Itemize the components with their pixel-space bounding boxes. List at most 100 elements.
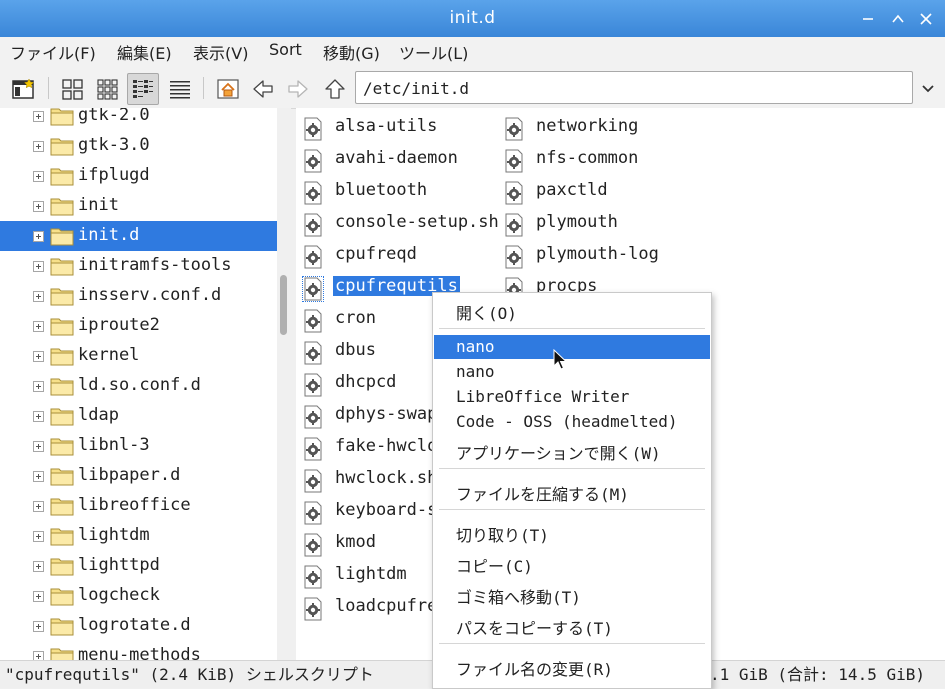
context-menu-item-label: nano	[456, 362, 495, 381]
context-menu-item[interactable]: 開く(O)	[434, 298, 710, 323]
forward-button[interactable]	[282, 73, 314, 105]
new-window-button[interactable]	[8, 73, 40, 105]
script-file-icon	[304, 149, 322, 173]
menu-tools[interactable]: ツール(L)	[399, 40, 468, 64]
expand-icon[interactable]	[33, 111, 44, 122]
context-menu-item[interactable]: ファイルを圧縮する(M)	[434, 479, 710, 504]
tree-scrollbar[interactable]	[277, 108, 291, 660]
expand-icon[interactable]	[33, 501, 44, 512]
expand-icon[interactable]	[33, 561, 44, 572]
tree-item[interactable]: init	[0, 191, 277, 221]
context-menu-item[interactable]: nano	[434, 335, 710, 359]
expand-icon[interactable]	[33, 141, 44, 152]
expand-icon[interactable]	[33, 351, 44, 362]
toolbar-separator	[48, 77, 49, 99]
tree-item[interactable]: libnl-3	[0, 431, 277, 461]
tree-item-label: insserv.conf.d	[78, 285, 222, 305]
maximize-button[interactable]	[890, 11, 906, 27]
folder-icon	[50, 468, 74, 486]
tree-item[interactable]: ld.so.conf.d	[0, 371, 277, 401]
back-button[interactable]	[247, 73, 279, 105]
path-input[interactable]: /etc/init.d	[355, 71, 913, 104]
context-menu-item[interactable]: nano	[434, 360, 710, 384]
compact-view-icon	[133, 80, 153, 98]
context-menu-item[interactable]: Code - OSS (headmelted)	[434, 410, 710, 434]
tree-item[interactable]: libreoffice	[0, 491, 277, 521]
tree-item-label: initramfs-tools	[78, 255, 232, 275]
new-window-icon	[12, 78, 35, 99]
icon-view-button[interactable]	[57, 73, 89, 105]
tree-item[interactable]: logrotate.d	[0, 611, 277, 641]
path-dropdown-button[interactable]	[918, 76, 938, 100]
expand-icon[interactable]	[33, 201, 44, 212]
expand-icon[interactable]	[33, 291, 44, 302]
expand-icon[interactable]	[33, 651, 44, 660]
context-menu-item[interactable]: ファイル名の変更(R)	[434, 654, 710, 679]
menu-sort[interactable]: Sort	[269, 40, 302, 59]
minimize-button[interactable]	[860, 11, 876, 27]
menu-edit[interactable]: 編集(E)	[117, 40, 172, 64]
expand-icon[interactable]	[33, 171, 44, 182]
tree-item[interactable]: iproute2	[0, 311, 277, 341]
close-button[interactable]	[918, 11, 934, 27]
folder-icon	[50, 498, 74, 516]
folder-icon	[50, 528, 74, 546]
expand-icon[interactable]	[33, 261, 44, 272]
tree-item[interactable]: logcheck	[0, 581, 277, 611]
context-menu-item-label: ゴミ箱へ移動(T)	[456, 588, 581, 607]
tree-item[interactable]: gtk-3.0	[0, 131, 277, 161]
file-name: dhcpcd	[335, 372, 397, 392]
context-menu-item-label: コピー(C)	[456, 557, 533, 576]
up-button[interactable]	[319, 73, 351, 105]
context-menu-item[interactable]: コピー(C)	[434, 551, 710, 576]
script-file-icon	[304, 117, 322, 141]
context-menu-item[interactable]: パスをコピーする(T)	[434, 613, 710, 638]
tree-item[interactable]: kernel	[0, 341, 277, 371]
tree-item[interactable]: lightdm	[0, 521, 277, 551]
expand-icon[interactable]	[33, 591, 44, 602]
context-menu-item[interactable]: アプリケーションで開く(W)	[434, 438, 710, 463]
list-view-button[interactable]	[164, 73, 196, 105]
menu-view[interactable]: 表示(V)	[193, 40, 248, 64]
file-name: plymouth-log	[536, 244, 659, 264]
tree-item[interactable]: insserv.conf.d	[0, 281, 277, 311]
context-menu-item[interactable]: LibreOffice Writer	[434, 385, 710, 409]
expand-icon[interactable]	[33, 471, 44, 482]
context-menu-item[interactable]: 切り取り(T)	[434, 520, 710, 545]
tree-item-label: libpaper.d	[78, 465, 181, 485]
folder-icon	[50, 618, 74, 636]
icon-view-icon	[62, 79, 83, 100]
menu-go[interactable]: 移動(G)	[323, 40, 380, 64]
tree-item[interactable]: ifplugd	[0, 161, 277, 191]
thumbnail-view-button[interactable]	[92, 73, 124, 105]
expand-icon[interactable]	[33, 531, 44, 542]
tree-item-label: libreoffice	[78, 495, 191, 515]
tree-item[interactable]: initramfs-tools	[0, 251, 277, 281]
tree-item[interactable]: menu-methods	[0, 641, 277, 660]
tree-item[interactable]: libpaper.d	[0, 461, 277, 491]
tree-item[interactable]: gtk-2.0	[0, 108, 277, 131]
tree-item[interactable]: ldap	[0, 401, 277, 431]
expand-icon[interactable]	[33, 621, 44, 632]
list-view-icon	[170, 81, 190, 99]
tree-scrollbar-thumb[interactable]	[280, 275, 287, 335]
file-name: alsa-utils	[335, 116, 438, 136]
expand-icon[interactable]	[33, 321, 44, 332]
menu-separator	[439, 509, 705, 510]
expand-icon[interactable]	[33, 231, 44, 242]
tree-item[interactable]: init.d	[0, 221, 277, 251]
tree-item[interactable]: lighttpd	[0, 551, 277, 581]
tree-item-label: libnl-3	[78, 435, 150, 455]
home-button[interactable]	[212, 73, 244, 105]
context-menu-item-label: 開く(O)	[456, 304, 517, 323]
compact-view-button[interactable]	[127, 73, 159, 105]
expand-icon[interactable]	[33, 411, 44, 422]
tree-item-label: init.d	[78, 225, 140, 245]
file-name: networking	[536, 116, 639, 136]
expand-icon[interactable]	[33, 381, 44, 392]
script-file-icon	[505, 117, 523, 141]
context-menu-item[interactable]: ゴミ箱へ移動(T)	[434, 582, 710, 607]
script-file-icon	[304, 597, 322, 621]
expand-icon[interactable]	[33, 441, 44, 452]
menu-file[interactable]: ファイル(F)	[10, 40, 96, 64]
